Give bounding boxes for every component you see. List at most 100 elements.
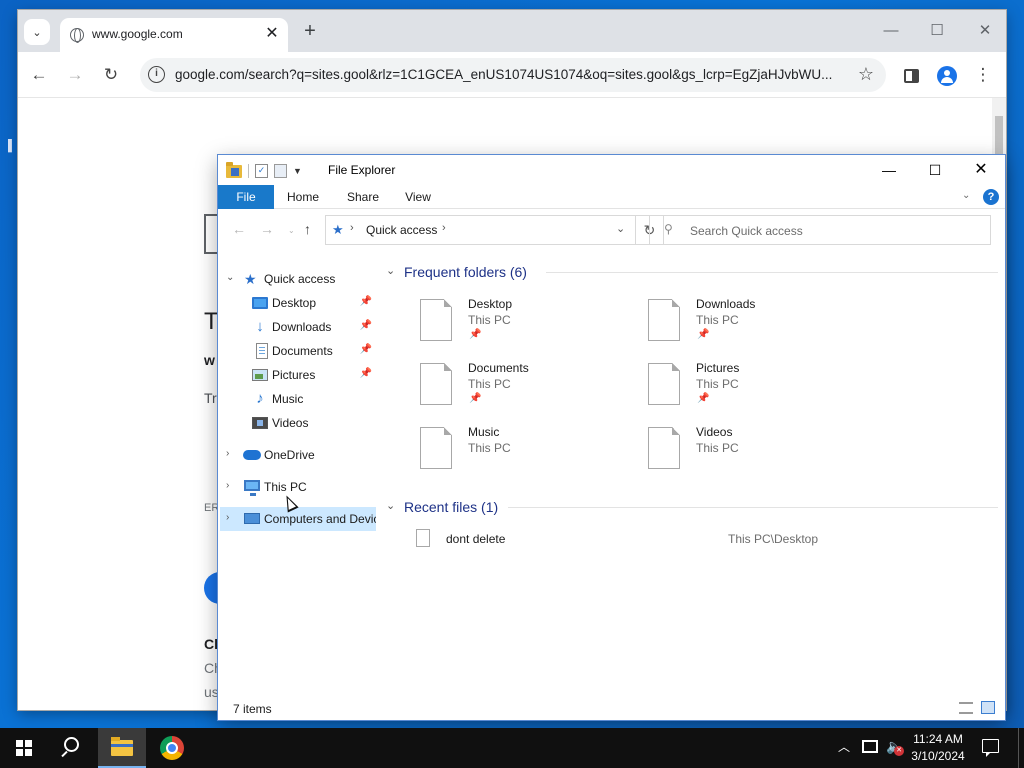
search-icon: ⚲ [664, 222, 673, 236]
system-clock[interactable]: 11:24 AM 3/10/2024 [908, 731, 968, 765]
chrome-toolbar: ← → ↻ i google.com/search?q=sites.gool&r… [18, 52, 1006, 98]
breadcrumb-quick-access[interactable]: Quick access [366, 223, 437, 237]
show-hidden-icons-icon[interactable]: ︿ [838, 738, 850, 755]
help-icon[interactable]: ? [983, 189, 999, 205]
explorer-search-input[interactable]: ⚲ Search Quick access [649, 215, 991, 245]
documents-icon [256, 343, 268, 359]
pin-icon: 📌 [697, 393, 710, 404]
new-tab-button[interactable]: + [298, 20, 322, 44]
chevron-down-icon[interactable]: ⌄ [386, 499, 395, 512]
notifications-icon[interactable] [982, 739, 999, 757]
up-folder-button[interactable]: ↑ [304, 221, 311, 237]
ribbon-tab-view[interactable]: View [400, 185, 436, 209]
properties-icon[interactable]: ✓ [255, 164, 268, 178]
page-scrollbar-thumb[interactable] [995, 116, 1003, 160]
chevron-down-icon[interactable]: ⌄ [386, 264, 395, 277]
sidebar-item-downloads[interactable]: ↓ Downloads 📌 [220, 315, 376, 339]
explorer-close-button[interactable]: ✕ [958, 155, 1004, 185]
sidebar-item-label: This PC [264, 480, 307, 494]
page-heading-fragment: T [204, 308, 219, 335]
sidebar-item-pictures[interactable]: Pictures 📌 [220, 363, 376, 387]
address-url[interactable]: google.com/search?q=sites.gool&rlz=1C1GC… [175, 67, 847, 82]
explorer-maximize-button[interactable]: ☐ [912, 155, 958, 185]
chevron-down-icon[interactable]: ⌄ [226, 272, 234, 283]
folder-tile-pictures[interactable]: Pictures This PC 📌 [648, 361, 868, 417]
page-url-fragment: w [204, 352, 215, 368]
folder-name: Music [468, 425, 500, 439]
forward-button[interactable]: → [62, 62, 88, 88]
sidebar-item-desktop[interactable]: Desktop 📌 [220, 291, 376, 315]
pin-icon: 📌 [469, 329, 482, 340]
network-icon[interactable] [862, 740, 878, 753]
explorer-status-bar: 7 items [218, 699, 1005, 719]
address-history-icon[interactable]: ⌄ [616, 222, 625, 235]
sidebar-item-computers-and-devices[interactable]: › Computers and Devices [220, 507, 376, 531]
folder-icon [420, 299, 452, 341]
taskbar-chrome[interactable] [148, 728, 196, 768]
windows-logo-icon [16, 740, 32, 756]
breadcrumb-chevron-icon[interactable]: › [442, 222, 446, 234]
sidebar-item-videos[interactable]: Videos [220, 411, 376, 435]
sidebar-item-quick-access[interactable]: ⌄ ★ Quick access [220, 267, 376, 291]
sidebar-item-this-pc[interactable]: › This PC [220, 475, 376, 499]
folder-location: This PC [468, 441, 511, 455]
chrome-close-button[interactable]: ✕ [968, 16, 1002, 46]
sidebar-item-documents[interactable]: Documents 📌 [220, 339, 376, 363]
taskbar-search-button[interactable] [48, 728, 96, 768]
explorer-address-bar[interactable]: ★ › Quick access › ⌄ [325, 215, 636, 245]
sidebar-item-label: Music [272, 392, 304, 406]
profile-button[interactable] [934, 62, 960, 88]
ribbon-tab-home[interactable]: Home [282, 185, 324, 209]
chevron-right-icon[interactable]: › [226, 448, 229, 459]
large-icons-view-icon[interactable] [981, 701, 995, 714]
qat-separator [248, 164, 249, 178]
ribbon-tab-file[interactable]: File [218, 185, 274, 209]
folder-tile-music[interactable]: Music This PC [420, 425, 640, 481]
chevron-right-icon[interactable]: › [226, 512, 229, 523]
side-panel-button[interactable] [898, 62, 924, 88]
expand-ribbon-icon[interactable]: ⌄ [962, 190, 970, 201]
details-view-icon[interactable] [959, 702, 973, 714]
explorer-forward-button[interactable]: → [260, 221, 274, 237]
bookmark-star-icon[interactable]: ☆ [858, 64, 874, 85]
recent-locations-icon[interactable]: ⌄ [288, 226, 295, 235]
folder-location: This PC [696, 441, 739, 455]
address-bar[interactable]: i google.com/search?q=sites.gool&rlz=1C1… [140, 58, 886, 92]
show-desktop-button[interactable] [1018, 728, 1024, 768]
explorer-title-bar[interactable]: ✓ ▼ File Explorer — ☐ ✕ [218, 155, 1005, 185]
start-button[interactable] [0, 728, 48, 768]
recent-file-row[interactable]: dont delete This PC\Desktop [414, 527, 974, 551]
profile-icon [937, 65, 957, 86]
new-folder-icon[interactable] [274, 164, 287, 178]
chrome-tab[interactable]: www.google.com ✕ [60, 18, 288, 52]
folder-tile-downloads[interactable]: Downloads This PC 📌 [648, 297, 868, 353]
folder-tile-documents[interactable]: Documents This PC 📌 [420, 361, 640, 417]
chrome-menu-button[interactable]: ⋮ [970, 62, 996, 88]
sidebar-item-music[interactable]: ♪ Music [220, 387, 376, 411]
tab-close-icon[interactable]: ✕ [262, 24, 282, 44]
site-info-icon[interactable]: i [148, 66, 165, 83]
tab-search-button[interactable]: ⌄ [24, 19, 50, 45]
recent-files-header[interactable]: ⌄ Recent files (1) [386, 496, 998, 518]
taskbar-file-explorer[interactable] [98, 728, 146, 768]
chevron-right-icon[interactable]: › [226, 480, 229, 491]
chrome-maximize-button[interactable]: ☐ [920, 16, 954, 46]
desktop-icon [252, 297, 268, 309]
muted-badge-icon: ✕ [894, 746, 904, 756]
sidebar-item-onedrive[interactable]: › OneDrive [220, 443, 376, 467]
ribbon-tab-share[interactable]: Share [342, 185, 384, 209]
volume-icon[interactable]: 🔈 ✕ [886, 738, 904, 756]
reload-button[interactable]: ↻ [98, 62, 124, 88]
explorer-back-button[interactable]: ← [232, 221, 246, 237]
frequent-folders-header[interactable]: ⌄ Frequent folders (6) [386, 261, 998, 283]
breadcrumb-chevron-icon[interactable]: › [350, 222, 354, 234]
folder-tile-videos[interactable]: Videos This PC [648, 425, 868, 481]
explorer-minimize-button[interactable]: — [866, 155, 912, 185]
customize-toolbar-icon[interactable]: ▼ [293, 166, 302, 176]
recent-files-heading: Recent files (1) [404, 499, 499, 515]
chrome-minimize-button[interactable]: — [874, 16, 908, 46]
search-icon [64, 737, 79, 752]
back-button[interactable]: ← [26, 62, 52, 88]
folder-location: This PC [468, 377, 511, 391]
folder-tile-desktop[interactable]: Desktop This PC 📌 [420, 297, 640, 353]
